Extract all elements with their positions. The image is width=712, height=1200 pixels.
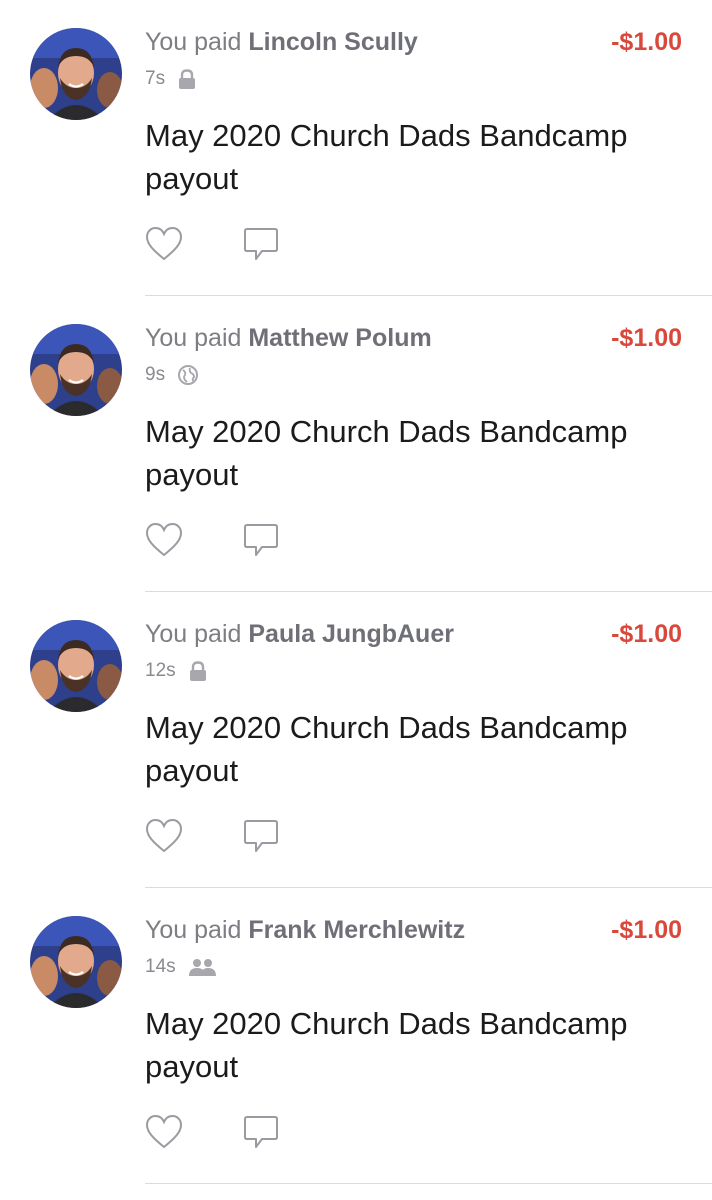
headline-prefix: You paid bbox=[145, 324, 242, 352]
transaction-actions bbox=[145, 818, 279, 854]
transaction-item[interactable]: You paid Paula JungbAuer -$1.00 12s May … bbox=[0, 592, 712, 888]
transaction-meta: 14s bbox=[145, 954, 218, 980]
headline-prefix: You paid bbox=[145, 28, 242, 56]
transaction-headline: You paid Lincoln Scully bbox=[145, 28, 418, 57]
divider bbox=[145, 1183, 712, 1184]
comment-icon[interactable] bbox=[243, 818, 279, 854]
avatar[interactable] bbox=[30, 916, 122, 1008]
headline-prefix: You paid bbox=[145, 916, 242, 944]
payee-name[interactable]: Lincoln Scully bbox=[248, 28, 417, 56]
timestamp: 12s bbox=[145, 660, 176, 681]
like-icon[interactable] bbox=[145, 1114, 183, 1150]
like-icon[interactable] bbox=[145, 522, 183, 558]
like-icon[interactable] bbox=[145, 226, 183, 262]
transaction-headline: You paid Paula JungbAuer bbox=[145, 620, 454, 649]
transaction-item[interactable]: You paid Matthew Polum -$1.00 9s May 202… bbox=[0, 296, 712, 592]
transaction-note: May 2020 Church Dads Bandcamp payout bbox=[145, 118, 628, 196]
amount: -$1.00 bbox=[611, 324, 682, 352]
transaction-note: May 2020 Church Dads Bandcamp payout bbox=[145, 710, 628, 788]
transaction-meta: 7s bbox=[145, 66, 197, 92]
transaction-note: May 2020 Church Dads Bandcamp payout bbox=[145, 414, 628, 492]
avatar[interactable] bbox=[30, 620, 122, 712]
headline-prefix: You paid bbox=[145, 620, 242, 648]
transaction-headline: You paid Matthew Polum bbox=[145, 324, 432, 353]
transaction-note: May 2020 Church Dads Bandcamp payout bbox=[145, 1006, 628, 1084]
payee-name[interactable]: Frank Merchlewitz bbox=[248, 916, 465, 944]
timestamp: 9s bbox=[145, 364, 166, 385]
lock-icon bbox=[188, 660, 208, 682]
avatar[interactable] bbox=[30, 28, 122, 120]
payee-name[interactable]: Paula JungbAuer bbox=[248, 620, 454, 648]
transaction-actions bbox=[145, 1114, 279, 1150]
comment-icon[interactable] bbox=[243, 522, 279, 558]
transaction-meta: 12s bbox=[145, 658, 208, 684]
transaction-item[interactable]: You paid Lincoln Scully -$1.00 7s May 20… bbox=[0, 0, 712, 296]
comment-icon[interactable] bbox=[243, 226, 279, 262]
payee-name[interactable]: Matthew Polum bbox=[248, 324, 431, 352]
comment-icon[interactable] bbox=[243, 1114, 279, 1150]
amount: -$1.00 bbox=[611, 620, 682, 648]
transaction-actions bbox=[145, 522, 279, 558]
amount: -$1.00 bbox=[611, 28, 682, 56]
timestamp: 14s bbox=[145, 956, 176, 977]
amount: -$1.00 bbox=[611, 916, 682, 944]
transaction-item[interactable]: You paid Frank Merchlewitz -$1.00 14s Ma… bbox=[0, 888, 712, 1184]
globe-icon bbox=[177, 364, 199, 386]
transaction-actions bbox=[145, 226, 279, 262]
transaction-feed: You paid Lincoln Scully -$1.00 7s May 20… bbox=[0, 0, 712, 1200]
friends-icon bbox=[188, 957, 218, 977]
timestamp: 7s bbox=[145, 68, 166, 89]
like-icon[interactable] bbox=[145, 818, 183, 854]
transaction-headline: You paid Frank Merchlewitz bbox=[145, 916, 465, 945]
transaction-meta: 9s bbox=[145, 362, 199, 388]
avatar[interactable] bbox=[30, 324, 122, 416]
lock-icon bbox=[177, 68, 197, 90]
